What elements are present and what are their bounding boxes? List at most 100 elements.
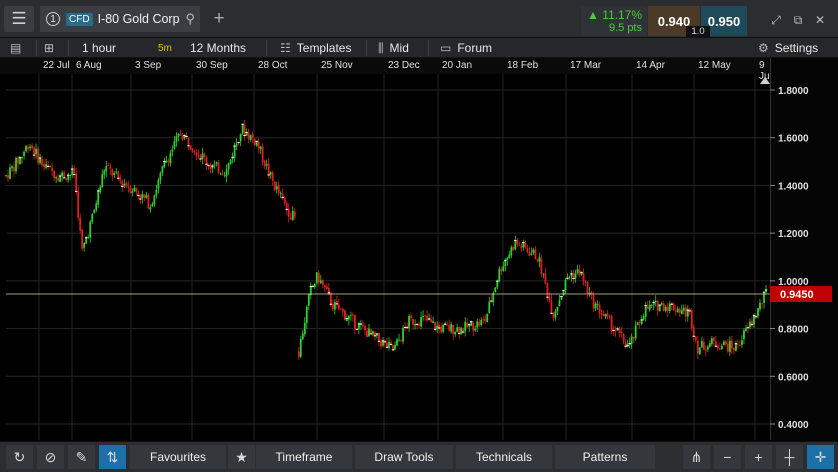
candle-body bbox=[410, 315, 412, 318]
doji-candle bbox=[18, 157, 22, 159]
candle-body bbox=[85, 237, 88, 244]
interval-selector[interactable]: 1 hour bbox=[82, 38, 116, 58]
price-type-button[interactable]: ⫼ Mid bbox=[378, 38, 409, 58]
candle-body bbox=[712, 337, 715, 342]
date-label: 3 Sep bbox=[135, 60, 162, 71]
candle-body bbox=[121, 181, 124, 187]
doji-candle bbox=[734, 343, 738, 345]
candle-body bbox=[161, 166, 164, 173]
candle-body bbox=[464, 321, 467, 331]
doji-candle bbox=[38, 157, 42, 159]
crosshair-icon[interactable]: ┼ bbox=[776, 445, 803, 469]
candle-body bbox=[398, 339, 400, 341]
doji-candle bbox=[514, 239, 517, 241]
list-view-icon[interactable]: ▤ bbox=[10, 38, 27, 58]
instrument-tab[interactable]: 1 CFD I-80 Gold Corp ⚲ bbox=[40, 6, 200, 32]
doji-candle bbox=[670, 303, 673, 305]
swap-arrows-icon[interactable]: ⇅ bbox=[99, 445, 126, 469]
candle-body bbox=[187, 137, 190, 146]
doji-candle bbox=[383, 341, 387, 343]
zoom-in-icon[interactable]: + bbox=[745, 445, 772, 469]
disable-icon[interactable]: ⊘ bbox=[37, 445, 64, 469]
candle-body bbox=[19, 157, 21, 165]
doji-candle bbox=[686, 309, 689, 311]
candle-body bbox=[25, 145, 27, 152]
candle-body bbox=[382, 340, 384, 346]
share-icon[interactable]: ⋔ bbox=[683, 445, 710, 469]
layout-grid-icon[interactable]: ⊞ bbox=[44, 38, 60, 58]
candle-body bbox=[323, 285, 326, 288]
candle-body bbox=[666, 306, 669, 312]
favourites-button[interactable]: Favourites bbox=[130, 445, 226, 469]
candle-body bbox=[41, 159, 43, 166]
candle-body bbox=[125, 183, 128, 187]
candle-body bbox=[550, 300, 553, 314]
candle-body bbox=[17, 157, 19, 164]
patterns-button[interactable]: Patterns bbox=[555, 445, 655, 469]
close-icon[interactable]: ✕ bbox=[812, 12, 828, 28]
doji-candle bbox=[46, 165, 50, 167]
candle-body bbox=[576, 269, 579, 273]
candle-body bbox=[386, 342, 388, 348]
candle-body bbox=[650, 305, 653, 307]
candle-body bbox=[111, 169, 114, 176]
doji-candle bbox=[245, 131, 248, 133]
candle-body bbox=[91, 214, 94, 223]
refresh-icon[interactable]: ↻ bbox=[6, 445, 33, 469]
candle-body bbox=[610, 316, 613, 332]
doji-candle bbox=[281, 197, 284, 199]
expand-icon[interactable]: ⤢ bbox=[768, 12, 784, 28]
draw-tools-button[interactable]: Draw Tools bbox=[355, 445, 453, 469]
candle-body bbox=[380, 340, 382, 347]
candle-body bbox=[602, 313, 605, 316]
zoom-out-icon[interactable]: − bbox=[714, 445, 741, 469]
candle-body bbox=[33, 147, 35, 156]
candle-body bbox=[460, 327, 463, 335]
candle-body bbox=[263, 160, 266, 167]
cursor-crosshair-icon[interactable]: ✛ bbox=[807, 445, 834, 469]
doji-candle bbox=[369, 333, 373, 335]
templates-button[interactable]: ☷ Templates bbox=[280, 38, 351, 58]
candle-body bbox=[749, 321, 751, 328]
doji-candle bbox=[85, 237, 88, 239]
candle-body bbox=[716, 345, 719, 349]
forum-button[interactable]: ▭ Forum bbox=[440, 38, 492, 58]
candle-body bbox=[27, 146, 29, 150]
price-tick-label: 1.2000 bbox=[778, 229, 809, 240]
candle-body bbox=[61, 172, 64, 177]
candle-body bbox=[243, 125, 246, 136]
candle-body bbox=[482, 319, 485, 320]
date-label: 12 May bbox=[698, 60, 731, 71]
candle-body bbox=[181, 135, 184, 140]
candle-body bbox=[532, 249, 535, 253]
period-selector[interactable]: 12 Months bbox=[190, 38, 246, 58]
popout-icon[interactable]: ⧉ bbox=[790, 12, 806, 28]
search-icon[interactable]: ⚲ bbox=[186, 11, 196, 27]
pencil-icon[interactable]: ✎ bbox=[68, 445, 95, 469]
price-chart[interactable]: 1.80001.60001.40001.20001.00000.80000.60… bbox=[0, 74, 838, 440]
candle-body bbox=[522, 242, 525, 248]
candle-body bbox=[331, 304, 334, 310]
candle-body bbox=[131, 191, 134, 193]
date-label: 14 Apr bbox=[636, 60, 665, 71]
candle-body bbox=[103, 170, 106, 175]
candle-body bbox=[291, 210, 294, 221]
technicals-button[interactable]: Technicals bbox=[456, 445, 552, 469]
star-icon[interactable]: ★ bbox=[228, 445, 255, 469]
price-tick-label: 1.4000 bbox=[778, 181, 809, 192]
title-bar: ☰ 1 CFD I-80 Gold Corp ⚲ + ▲ 11.17% 9.5 … bbox=[0, 0, 838, 38]
timeframe-button[interactable]: Timeframe bbox=[256, 445, 352, 469]
candle-body bbox=[753, 315, 755, 325]
candle-body bbox=[540, 258, 543, 275]
candle-body bbox=[155, 189, 158, 196]
hamburger-menu-icon[interactable]: ☰ bbox=[4, 6, 34, 32]
doji-candle bbox=[752, 314, 756, 316]
candle-body bbox=[299, 338, 302, 357]
settings-button[interactable]: ⚙ Settings bbox=[758, 38, 818, 58]
candle-body bbox=[500, 269, 503, 272]
doji-candle bbox=[97, 190, 100, 192]
candle-body bbox=[480, 319, 483, 326]
add-tab-plus-icon[interactable]: + bbox=[208, 8, 230, 30]
date-label: 18 Feb bbox=[507, 60, 539, 71]
candle-body bbox=[9, 167, 11, 179]
